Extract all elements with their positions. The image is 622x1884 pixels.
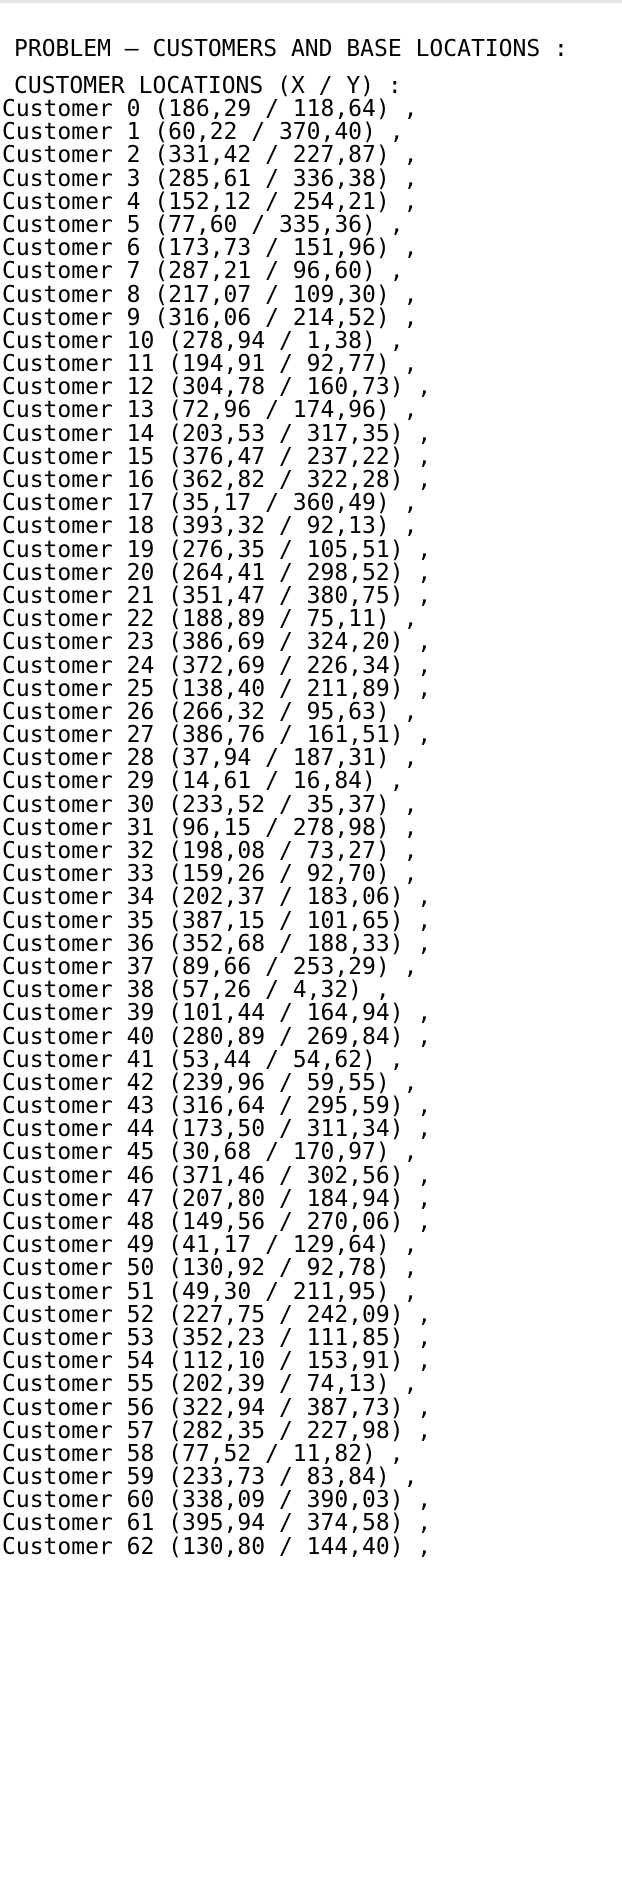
customer-location-item: Customer 4 (152,12 / 254,21) , xyxy=(2,188,418,215)
customer-location-item: Customer 8 (217,07 / 109,30) , xyxy=(2,281,418,308)
customer-location-item: Customer 43 (316,64 / 295,59) , xyxy=(2,1093,432,1120)
customer-location-item: Customer 50 (130,92 / 92,78) , xyxy=(2,1255,418,1282)
customer-location-item: Customer 25 (138,40 / 211,89) , xyxy=(2,675,432,702)
customer-location-item: Customer 37 (89,66 / 253,29) , xyxy=(2,953,418,980)
customer-location-item: Customer 2 (331,42 / 227,87) , xyxy=(2,142,418,169)
customer-location-item: Customer 18 (393,32 / 92,13) , xyxy=(2,513,418,540)
customer-location-item: Customer 35 (387,15 / 101,65) , xyxy=(2,907,432,934)
customer-location-item: Customer 39 (101,44 / 164,94) , xyxy=(2,1000,432,1027)
customer-location-item: Customer 46 (371,46 / 302,56) , xyxy=(2,1162,432,1189)
customer-location-item: Customer 59 (233,73 / 83,84) , xyxy=(2,1464,418,1491)
customer-location-item: Customer 36 (352,68 / 188,33) , xyxy=(2,930,432,957)
customer-location-item: Customer 20 (264,41 / 298,52) , xyxy=(2,559,432,586)
customer-location-item: Customer 31 (96,15 / 278,98) , xyxy=(2,814,418,841)
customer-location-item: Customer 41 (53,44 / 54,62) , xyxy=(2,1046,404,1073)
customer-location-item: Customer 30 (233,52 / 35,37) , xyxy=(2,791,418,818)
customer-location-item: Customer 42 (239,96 / 59,55) , xyxy=(2,1069,418,1096)
customer-location-item: Customer 14 (203,53 / 317,35) , xyxy=(2,420,432,447)
customer-location-item: Customer 60 (338,09 / 390,03) , xyxy=(2,1487,432,1514)
customer-location-item: Customer 49 (41,17 / 129,64) , xyxy=(2,1232,418,1259)
customer-location-item: Customer 10 (278,94 / 1,38) , xyxy=(2,327,404,354)
customer-locations-heading: CUSTOMER LOCATIONS (X / Y) : xyxy=(14,73,402,99)
customer-location-item: Customer 61 (395,94 / 374,58) , xyxy=(2,1510,432,1537)
customer-location-item: Customer 62 (130,80 / 144,40) , xyxy=(2,1533,432,1560)
customer-location-item: Customer 57 (282,35 / 227,98) , xyxy=(2,1417,432,1444)
customer-location-item: Customer 48 (149,56 / 270,06) , xyxy=(2,1209,432,1235)
customer-location-item: Customer 6 (173,73 / 151,96) , xyxy=(2,235,418,262)
customer-location-item: Customer 5 (77,60 / 335,36) , xyxy=(2,211,404,238)
customer-location-item: Customer 12 (304,78 / 160,73) , xyxy=(2,374,432,401)
customer-location-item: Customer 26 (266,32 / 95,63) , xyxy=(2,698,418,725)
customer-location-item: Customer 29 (14,61 / 16,84) , xyxy=(2,768,404,795)
customer-location-item: Customer 53 (352,23 / 111,85) , xyxy=(2,1324,432,1351)
customer-location-item: Customer 11 (194,91 / 92,77) , xyxy=(2,351,418,378)
customer-location-item: Customer 51 (49,30 / 211,95) , xyxy=(2,1278,418,1305)
problem-title: PROBLEM – CUSTOMERS AND BASE LOCATIONS : xyxy=(14,36,568,62)
customer-location-item: Customer 1 (60,22 / 370,40) , xyxy=(2,119,404,146)
customer-location-item: Customer 16 (362,82 / 322,28) , xyxy=(2,467,432,493)
customer-location-item: Customer 47 (207,80 / 184,94) , xyxy=(2,1185,432,1212)
customer-location-item: Customer 58 (77,52 / 11,82) , xyxy=(2,1440,404,1467)
customer-location-item: Customer 21 (351,47 / 380,75) , xyxy=(2,582,432,609)
customer-location-item: Customer 45 (30,68 / 170,97) , xyxy=(2,1139,418,1166)
customer-location-item: Customer 34 (202,37 / 183,06) , xyxy=(2,884,432,911)
customer-location-item: Customer 38 (57,26 / 4,32) , xyxy=(2,977,390,1004)
customer-location-item: Customer 24 (372,69 / 226,34) , xyxy=(2,652,432,679)
customer-location-item: Customer 55 (202,39 / 74,13) , xyxy=(2,1371,418,1398)
customer-location-item: Customer 23 (386,69 / 324,20) , xyxy=(2,629,432,656)
customer-location-item: Customer 22 (188,89 / 75,11) , xyxy=(2,606,418,633)
customer-location-item: Customer 3 (285,61 / 336,38) , xyxy=(2,165,418,192)
customer-location-item: Customer 54 (112,10 / 153,91) , xyxy=(2,1348,432,1375)
customer-location-item: Customer 32 (198,08 / 73,27) , xyxy=(2,838,418,864)
customer-location-item: Customer 19 (276,35 / 105,51) , xyxy=(2,536,432,563)
customer-location-item: Customer 13 (72,96 / 174,96) , xyxy=(2,397,418,424)
customer-location-item: Customer 56 (322,94 / 387,73) , xyxy=(2,1394,432,1421)
customer-location-item: Customer 27 (386,76 / 161,51) , xyxy=(2,722,432,749)
customer-location-item: Customer 0 (186,29 / 118,64) , xyxy=(2,96,418,122)
customer-location-item: Customer 52 (227,75 / 242,09) , xyxy=(2,1301,432,1328)
customer-location-item: Customer 33 (159,26 / 92,70) , xyxy=(2,861,418,888)
customer-location-item: Customer 15 (376,47 / 237,22) , xyxy=(2,443,432,470)
customer-location-item: Customer 40 (280,89 / 269,84) , xyxy=(2,1023,432,1050)
customer-location-item: Customer 44 (173,50 / 311,34) , xyxy=(2,1116,432,1143)
customer-location-item: Customer 17 (35,17 / 360,49) , xyxy=(2,490,418,517)
top-divider xyxy=(0,0,622,3)
customer-location-item: Customer 28 (37,94 / 187,31) , xyxy=(2,745,418,772)
customer-location-item: Customer 9 (316,06 / 214,52) , xyxy=(2,304,418,331)
customer-location-item: Customer 7 (287,21 / 96,60) , xyxy=(2,258,404,285)
customer-location-list: Customer 0 (186,29 / 118,64) , Customer 1… xyxy=(2,96,432,1560)
